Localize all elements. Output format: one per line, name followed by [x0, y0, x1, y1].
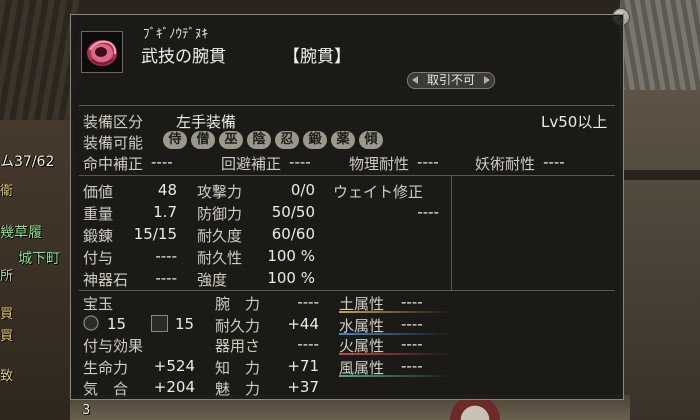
hud-fragment: 衛 [0, 184, 14, 199]
class-badge: 忍 [275, 131, 299, 149]
cha-label: 魅 力 [215, 380, 261, 398]
divider [79, 290, 615, 291]
equipped-item-name: 幾草履 [0, 225, 42, 241]
defense-value: 50/50 [271, 203, 315, 221]
item-type: 【腕貫】 [283, 47, 351, 67]
forge-label: 鍛錬 [83, 227, 114, 245]
wall-beam [620, 170, 700, 180]
vitality-value: +524 [153, 357, 195, 375]
square-socket-icon [151, 315, 168, 332]
slot-label: 装備区分 [83, 113, 144, 131]
class-list: 侍 僧 巫 陰 忍 鍛 薬 傾 [163, 131, 383, 149]
hud-fragment: 致 [0, 369, 14, 384]
attack-label: 攻撃力 [197, 183, 243, 201]
class-badge: 巫 [219, 131, 243, 149]
wrist-guard-icon [81, 31, 123, 73]
round-socket-count: 15 [107, 315, 127, 333]
accuracy-value: ---- [151, 153, 173, 171]
class-badge: 陰 [247, 131, 271, 149]
int-value: +71 [287, 357, 319, 375]
value-value: 48 [157, 181, 177, 199]
defense-label: 防御力 [197, 205, 243, 223]
enchant-effect-label: 付与効果 [83, 337, 144, 355]
slot-value: 左手装備 [176, 113, 237, 131]
item-count: ム37/62 [0, 154, 55, 170]
divider [79, 105, 615, 106]
divider [451, 175, 452, 290]
endurance-label: 耐久力 [215, 317, 261, 335]
round-socket-icon [83, 315, 99, 331]
class-badge: 侍 [163, 131, 187, 149]
wall-right [620, 90, 700, 420]
class-badge: 傾 [359, 131, 383, 149]
accuracy-label: 命中補正 [83, 155, 144, 173]
magic-resist-value: ---- [543, 153, 565, 171]
str-value: ---- [297, 293, 319, 311]
strength-label: 強度 [197, 271, 228, 289]
class-badge: 僧 [191, 131, 215, 149]
roof-left [0, 0, 80, 120]
hud-number: 3 [82, 403, 91, 418]
untradable-badge: 取引不可 [407, 72, 495, 89]
relic-stone-value: ---- [155, 269, 177, 287]
forge-value: 15/15 [133, 225, 177, 243]
int-label: 知 力 [215, 359, 261, 377]
physical-resist-value: ---- [417, 153, 439, 171]
attack-value: 0/0 [290, 181, 315, 199]
wind-element-underline [339, 375, 449, 377]
cha-value: +37 [287, 378, 319, 396]
correction-row: 命中補正 ---- 回避補正 ---- 物理耐性 ---- 妖術耐性 ---- [83, 153, 565, 174]
durability-label: 耐久度 [197, 227, 243, 245]
water-element-value: ---- [401, 315, 423, 333]
value-label: 価値 [83, 183, 114, 201]
weight-mod-value: ---- [417, 203, 439, 221]
item-reading: ﾌﾞｷﾞﾉｳﾃﾞﾇｷ [143, 27, 208, 42]
location-name: 城下町 [18, 251, 60, 267]
hud-fragment: 買 [0, 329, 14, 344]
dex-label: 器用さ [215, 337, 261, 355]
durability-rate-value: 100 % [267, 247, 315, 265]
weight-label: 重量 [83, 205, 114, 223]
enchant-value: ---- [155, 247, 177, 265]
divider [79, 175, 615, 176]
fire-element-value: ---- [401, 335, 423, 353]
magic-resist-label: 妖術耐性 [475, 155, 536, 173]
enchant-label: 付与 [83, 249, 114, 267]
evasion-label: 回避補正 [221, 155, 282, 173]
spirit-value: +204 [153, 378, 195, 396]
item-name: 武技の腕貫 [141, 47, 226, 67]
hud-fragment: 所 [0, 269, 14, 284]
wind-element-value: ---- [401, 357, 423, 375]
earth-element-value: ---- [401, 293, 423, 311]
durability-rate-label: 耐久性 [197, 249, 243, 267]
str-label: 腕 力 [215, 295, 261, 313]
equippable-label: 装備可能 [83, 134, 144, 152]
endurance-value: +44 [287, 315, 319, 333]
square-socket-count: 15 [175, 315, 195, 333]
weight-value: 1.7 [153, 203, 177, 221]
level-requirement: Lv50以上 [541, 113, 608, 131]
class-badge: 鍛 [303, 131, 327, 149]
strength-value: 100 % [267, 269, 315, 287]
relic-stone-label: 神器石 [83, 271, 129, 289]
weight-mod-label: ウェイト修正 [333, 183, 424, 201]
roof-right [620, 0, 700, 90]
hud-fragment: 買 [0, 307, 14, 322]
spirit-label: 気 合 [83, 380, 129, 398]
gem-label: 宝玉 [83, 295, 114, 313]
dex-value: ---- [297, 335, 319, 353]
earth-element-underline [339, 311, 449, 313]
fire-element-underline [339, 353, 449, 355]
vitality-label: 生命力 [83, 359, 129, 377]
evasion-value: ---- [289, 153, 311, 171]
class-badge: 薬 [331, 131, 355, 149]
item-tooltip: ﾌﾞｷﾞﾉｳﾃﾞﾇｷ 武技の腕貫 【腕貫】 取引不可 装備区分 左手装備 Lv5… [70, 14, 624, 400]
physical-resist-label: 物理耐性 [349, 155, 410, 173]
durability-value: 60/60 [271, 225, 315, 243]
